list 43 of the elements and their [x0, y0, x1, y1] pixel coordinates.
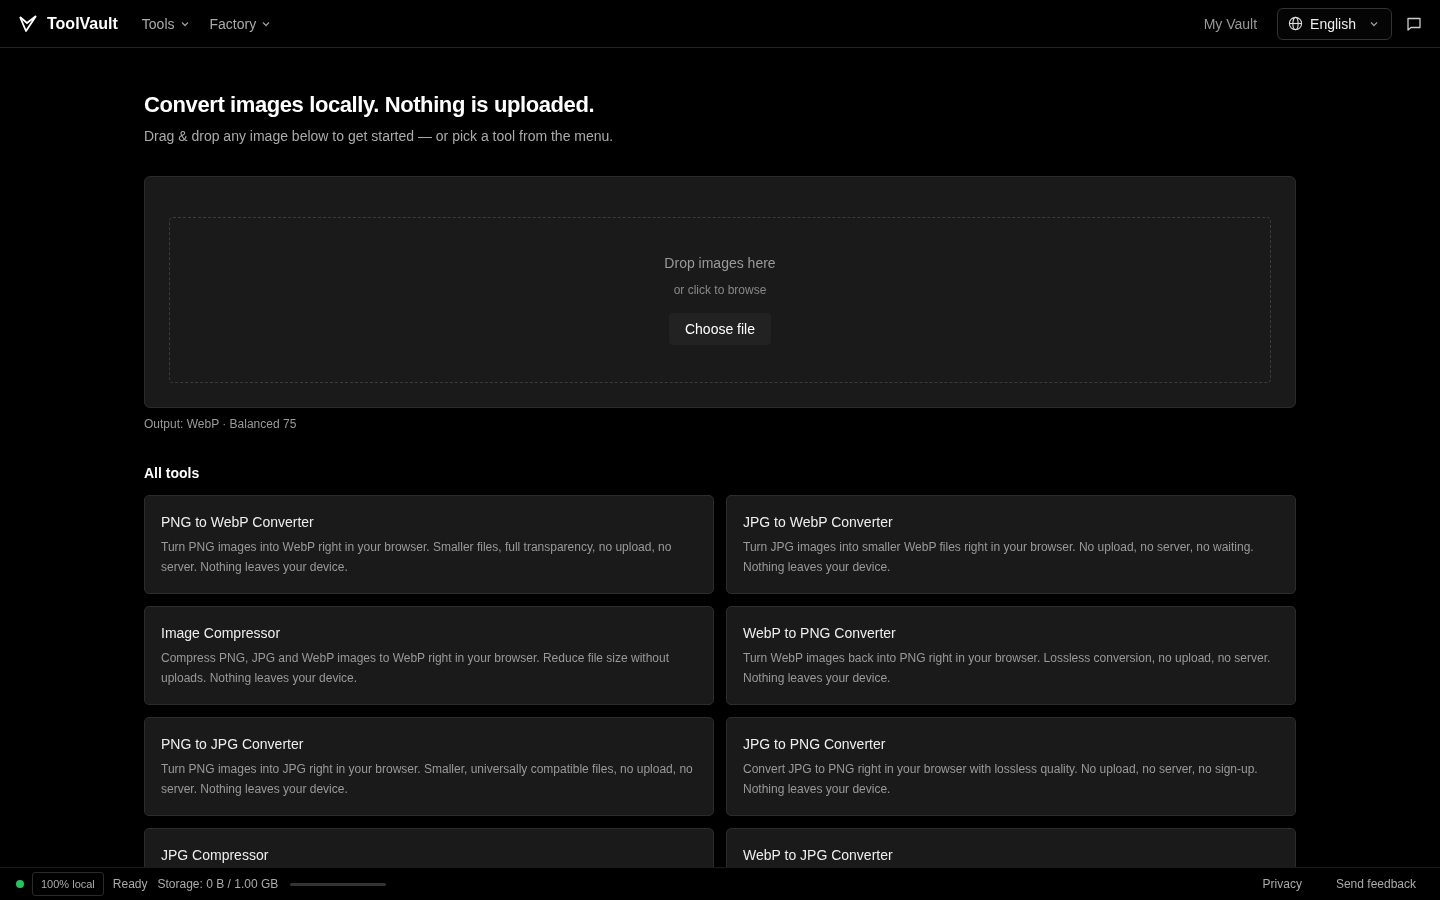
- card-title: JPG to PNG Converter: [743, 736, 887, 752]
- vault-link[interactable]: My Vault: [1203, 15, 1258, 32]
- tool-card[interactable]: JPG to PNG Converter Convert JPG to PNG right in your browser with lossless quality. No upload, no server, no sign-up. Nothing leaves your device.: [726, 717, 1296, 816]
- local-badge: 100% local: [32, 872, 104, 896]
- brand-link[interactable]: ToolVault: [18, 13, 118, 34]
- output-note: Output: WebP · Balanced 75: [144, 417, 298, 431]
- card-title: JPG to WebP Converter: [743, 514, 894, 530]
- card-title: WebP to PNG Converter: [743, 625, 897, 641]
- storage-text: Storage: 0 B / 1.00 GB: [157, 877, 279, 891]
- tool-card[interactable]: JPG to WebP Converter Turn JPG images into smaller WebP files right in your browser. No upload, no server, no waiting. Nothing leaves your device.: [726, 495, 1296, 594]
- logo-icon: [18, 13, 38, 34]
- tool-card[interactable]: PNG to JPG Converter Turn PNG images into JPG right in your browser. Smaller, universally compatible files, no upload, no server. Nothing leaves your device.: [144, 717, 714, 816]
- card-description: Turn PNG images into WebP right in your browser. Smaller files, full transparency, no upload, no server. Nothing leaves your device.: [161, 539, 673, 576]
- card-title: JPG Compressor: [161, 847, 270, 863]
- footer-link[interactable]: Privacy: [1262, 877, 1302, 891]
- card-description: Turn PNG images into JPG right in your browser. Smaller, universally compatible files, no upload, no server. Nothing leaves your device.: [161, 761, 694, 798]
- card-description: Turn JPG images into smaller WebP files right in your browser. No upload, no server, no waiting. Nothing leaves your device.: [743, 539, 1255, 576]
- status-text: Ready: [112, 877, 148, 891]
- tool-card[interactable]: WebP to PNG Converter Turn WebP images back into PNG right in your browser. Lossless conversion, no upload, no server. Nothing leaves your device.: [726, 606, 1296, 705]
- card-title: Image Compressor: [161, 625, 282, 641]
- drop-zone[interactable]: Drop images here or click to browse Choose file: [169, 217, 1271, 383]
- language-select[interactable]: English: [1277, 7, 1392, 40]
- nav-menu[interactable]: Tools: [141, 15, 190, 32]
- card-title: PNG to WebP Converter: [161, 514, 315, 530]
- globe-icon: [1288, 16, 1304, 31]
- tool-card[interactable]: PNG to WebP Converter Turn PNG images into WebP right in your browser. Smaller files, full transparency, no upload, no server. Nothing leaves your device.: [144, 495, 714, 594]
- tool-card[interactable]: JPG Compressor: [144, 828, 714, 867]
- tool-card[interactable]: WebP to JPG Converter: [726, 828, 1296, 867]
- page-subtitle: Drag & drop any image below to get started — or pick a tool from the menu.: [144, 128, 615, 144]
- tool-card[interactable]: Image Compressor Compress PNG, JPG and WebP images to WebP right in your browser. Reduce file size without uploads. Nothing leaves your device.: [144, 606, 714, 705]
- footer-link[interactable]: Send feedback: [1335, 877, 1416, 891]
- card-description: Convert JPG to PNG right in your browser with lossless quality. No upload, no server, no sign-up. Nothing leaves your device.: [743, 761, 1259, 798]
- drop-hint: or click to browse: [673, 283, 767, 297]
- chat-icon: [1406, 15, 1422, 32]
- choose-file-button[interactable]: Choose file: [668, 313, 771, 345]
- card-title: PNG to JPG Converter: [161, 736, 305, 752]
- page-title: Convert images locally. Nothing is uploaded.: [144, 92, 596, 118]
- nav-menu[interactable]: Factory: [209, 15, 272, 32]
- drop-title: Drop images here: [664, 255, 776, 271]
- section-heading: All tools: [144, 465, 201, 481]
- card-description: Compress PNG, JPG and WebP images to WebP right in your browser. Reduce file size without uploads. Nothing leaves your device.: [161, 650, 670, 687]
- card-title: WebP to JPG Converter: [743, 847, 894, 863]
- card-description: Turn WebP images back into PNG right in your browser. Lossless conversion, no upload, no server. Nothing leaves your device.: [743, 650, 1272, 687]
